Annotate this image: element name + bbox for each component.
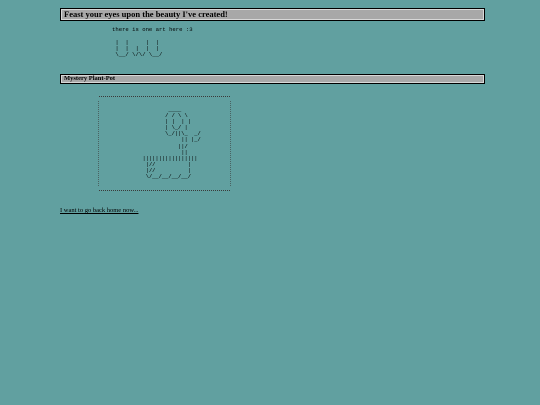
section-title: Mystery Plant-Pot bbox=[60, 74, 485, 84]
intro-art-text: | | | | | | | | | \__/ \/\/ \__/ bbox=[115, 38, 163, 59]
page-title: Feast your eyes upon the beauty I've cre… bbox=[60, 8, 485, 21]
intro-ascii-art: there is one art here :3 | | | | | | | |… bbox=[112, 26, 193, 59]
home-link[interactable]: I want to go back home now... bbox=[60, 207, 138, 214]
plant-ascii-art: ____ / / \ \ | | | | | \_/ | \_/||\_ _/ … bbox=[142, 107, 201, 181]
intro-caption: there is one art here :3 bbox=[112, 26, 193, 33]
